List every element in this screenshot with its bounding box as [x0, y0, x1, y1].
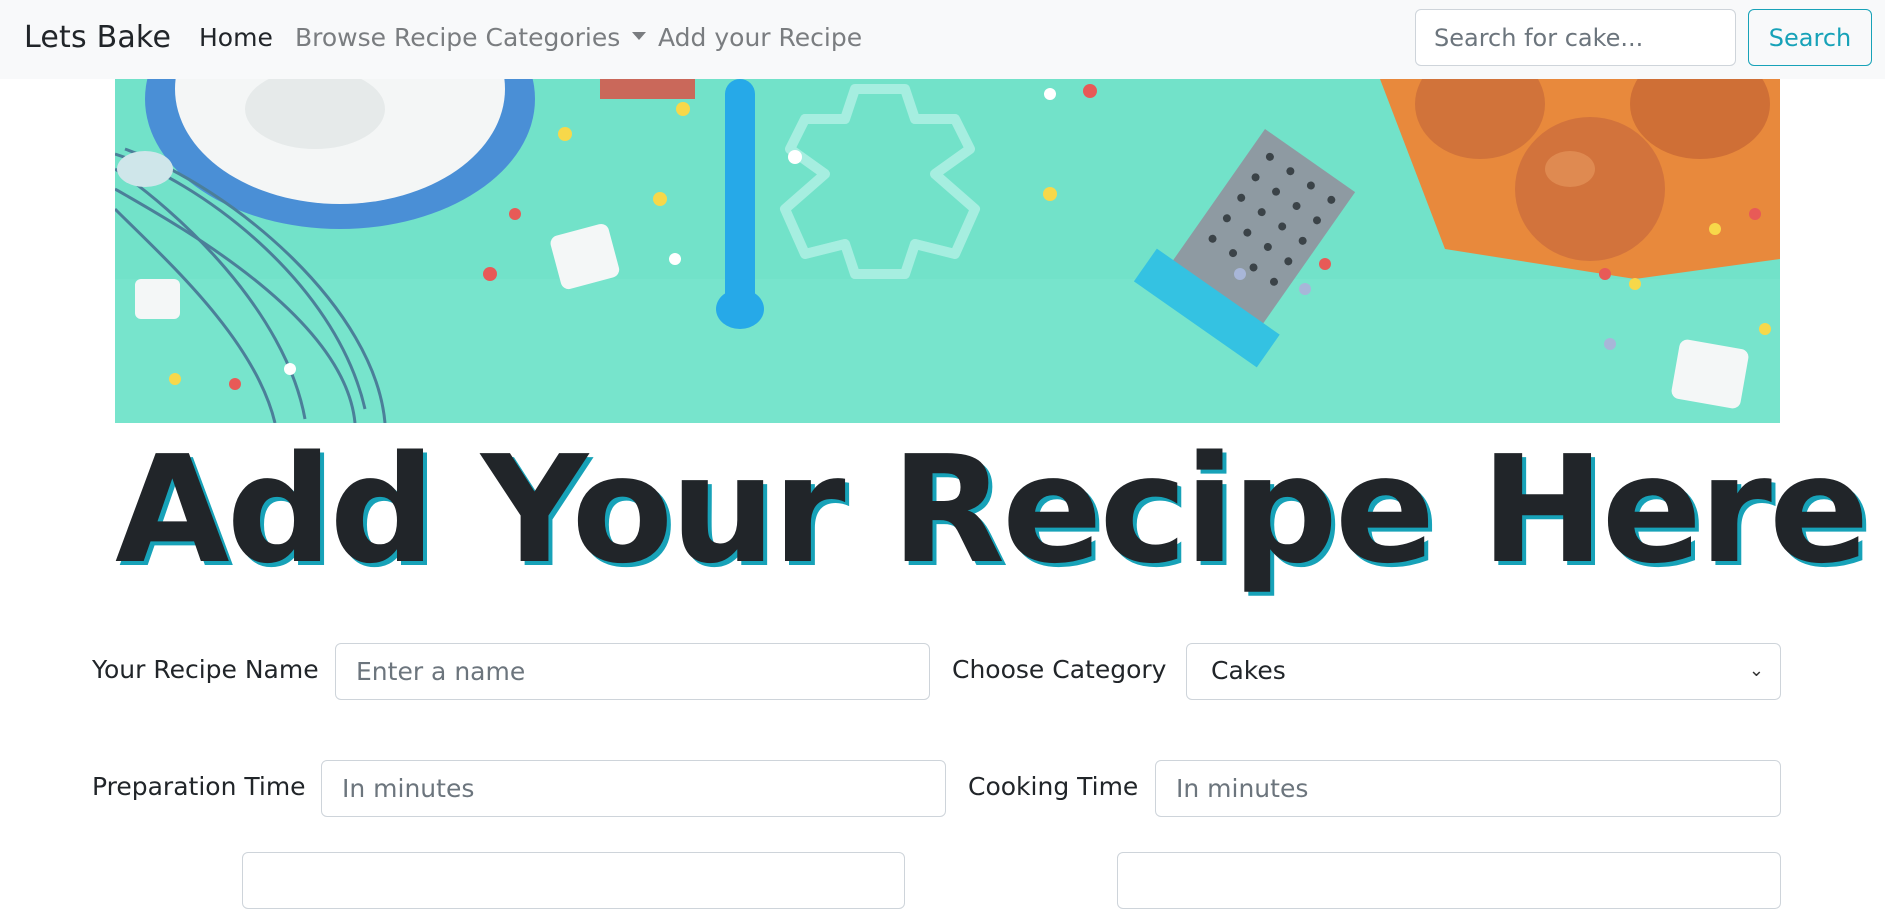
prep-time-label: Preparation Time — [92, 772, 306, 801]
navbar: Lets Bake Home Browse Recipe Categories … — [0, 0, 1885, 79]
nav-home-link[interactable]: Home — [199, 23, 273, 52]
prep-time-input[interactable] — [321, 760, 946, 817]
cook-time-label: Cooking Time — [968, 772, 1139, 801]
nav-browse-categories-label: Browse Recipe Categories — [295, 23, 621, 52]
cook-time-input[interactable] — [1155, 760, 1781, 817]
row3-right-input[interactable] — [1117, 852, 1781, 909]
recipe-name-label: Your Recipe Name — [92, 655, 319, 684]
brand-logo[interactable]: Lets Bake — [24, 20, 171, 55]
caret-down-icon — [632, 32, 647, 40]
search-input[interactable] — [1415, 9, 1736, 66]
nav-add-recipe-link[interactable]: Add your Recipe — [658, 23, 862, 52]
category-select[interactable]: Cakes ⌄ — [1186, 643, 1781, 700]
category-selected-value: Cakes — [1211, 656, 1286, 685]
hero-banner-image — [115, 79, 1780, 423]
search-button[interactable]: Search — [1748, 9, 1872, 66]
chevron-down-icon: ⌄ — [1748, 660, 1764, 681]
baking-tools-illustration — [115, 79, 1780, 423]
row3-left-input[interactable] — [242, 852, 905, 909]
recipe-name-input[interactable] — [335, 643, 930, 700]
nav-browse-categories-dropdown[interactable]: Browse Recipe Categories — [295, 23, 647, 52]
page-title: Add Your Recipe Here — [115, 424, 1869, 596]
category-label: Choose Category — [952, 655, 1167, 684]
